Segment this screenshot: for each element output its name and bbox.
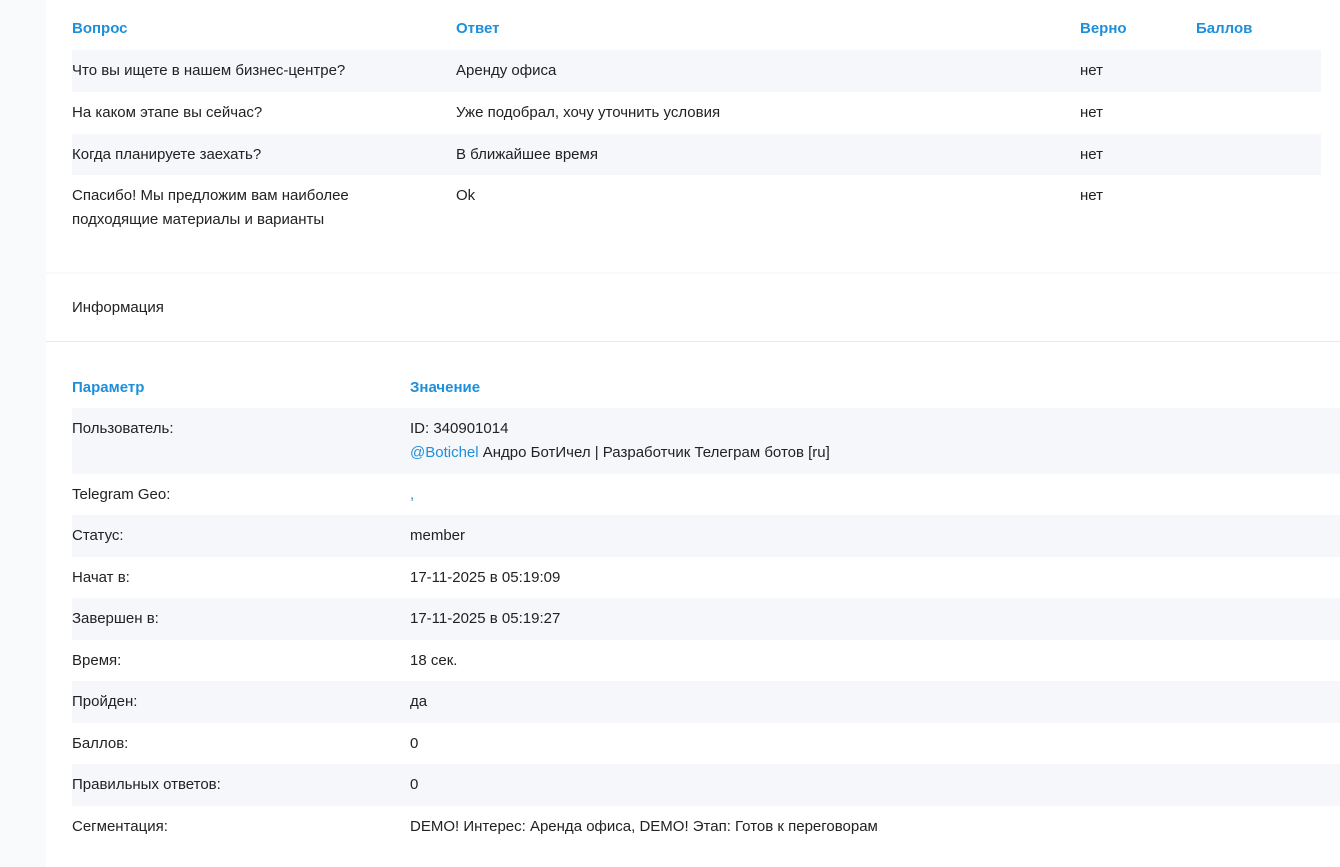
info-row-segmentation: Сегментация: DEMO! Интерес: Аренда офиса… <box>72 806 1340 848</box>
info-header-row: Параметр Значение <box>72 376 1340 400</box>
param-label: Начат в: <box>72 569 130 586</box>
param-label: Правильных ответов: <box>72 776 221 793</box>
column-header-points: Баллов <box>1196 20 1253 37</box>
column-header-correct: Верно <box>1080 20 1127 37</box>
answer-cell: Уже подобрал, хочу уточнить условия <box>456 104 721 121</box>
info-row-correct-answers: Правильных ответов: 0 <box>72 764 1340 806</box>
answer-cell: Ok <box>456 187 476 204</box>
table-row: Что вы ищете в нашем бизнес-центре? Арен… <box>72 50 1321 92</box>
question-cell: Когда планируете заехать? <box>72 146 262 163</box>
question-cell: На каком этапе вы сейчас? <box>72 104 263 121</box>
param-label: Баллов: <box>72 735 129 752</box>
info-row-passed: Пройден: да <box>72 681 1340 723</box>
param-label: Telegram Geo: <box>72 486 171 503</box>
info-card: Информация Параметр Значение Пользовател… <box>46 274 1340 867</box>
param-label: Пользователь: <box>72 420 174 437</box>
column-header-value: Значение <box>410 379 481 396</box>
column-header-param: Параметр <box>72 379 145 396</box>
param-label: Завершен в: <box>72 610 159 627</box>
points-value: 0 <box>410 735 419 752</box>
started-value: 17-11-2025 в 05:19:09 <box>410 569 561 586</box>
correct-cell: нет <box>1080 62 1103 79</box>
param-label: Время: <box>72 652 122 669</box>
question-cell-line-2: подходящие материалы и варианты <box>72 211 325 228</box>
divider <box>46 341 1340 342</box>
user-line: @Botichel Андро БотИчел | Разработчик Те… <box>410 441 830 465</box>
time-value: 18 сек. <box>410 652 458 669</box>
column-header-question: Вопрос <box>72 20 128 37</box>
user-display-name: Андро БотИчел | Разработчик Телеграм бот… <box>478 444 830 461</box>
status-value: member <box>410 527 466 544</box>
correct-cell: нет <box>1080 146 1103 163</box>
info-row-user: Пользователь: ID: 340901014 @Botichel Ан… <box>72 408 1340 474</box>
param-label: Статус: <box>72 527 124 544</box>
table-row: Когда планируете заехать? В ближайшее вр… <box>72 134 1321 175</box>
question-cell-line-1: Спасибо! Мы предложим вам наиболее <box>72 187 349 204</box>
user-handle-link[interactable]: @Botichel <box>410 444 479 461</box>
answers-card: Вопрос Ответ Верно Баллов Что вы ищете в… <box>46 0 1340 272</box>
table-row: На каком этапе вы сейчас? Уже подобрал, … <box>72 92 1321 134</box>
info-row-points: Баллов: 0 <box>72 723 1340 764</box>
answers-header-row: Вопрос Ответ Верно Баллов <box>72 17 1340 41</box>
answer-cell: Аренду офиса <box>456 62 557 79</box>
correct-cell: нет <box>1080 104 1103 121</box>
user-id: ID: 340901014 <box>410 420 509 437</box>
info-row-started: Начат в: 17-11-2025 в 05:19:09 <box>72 557 1340 598</box>
param-label: Пройден: <box>72 693 138 710</box>
param-label: Сегментация: <box>72 818 168 835</box>
correct-answers-value: 0 <box>410 776 419 793</box>
info-row-geo: Telegram Geo: , <box>72 474 1340 515</box>
passed-value: да <box>410 693 428 710</box>
geo-link[interactable]: , <box>410 483 414 507</box>
table-row: Спасибо! Мы предложим вам наиболее подхо… <box>72 175 1321 241</box>
info-row-time: Время: 18 сек. <box>72 640 1340 681</box>
info-row-finished: Завершен в: 17-11-2025 в 05:19:27 <box>72 598 1340 640</box>
finished-value: 17-11-2025 в 05:19:27 <box>410 610 561 627</box>
column-header-answer: Ответ <box>456 20 500 37</box>
segmentation-value: DEMO! Интерес: Аренда офиса, DEMO! Этап:… <box>410 818 878 835</box>
info-row-status: Статус: member <box>72 515 1340 557</box>
info-section-title: Информация <box>72 299 164 316</box>
correct-cell: нет <box>1080 187 1103 204</box>
question-cell: Что вы ищете в нашем бизнес-центре? <box>72 62 346 79</box>
answer-cell: В ближайшее время <box>456 146 598 163</box>
